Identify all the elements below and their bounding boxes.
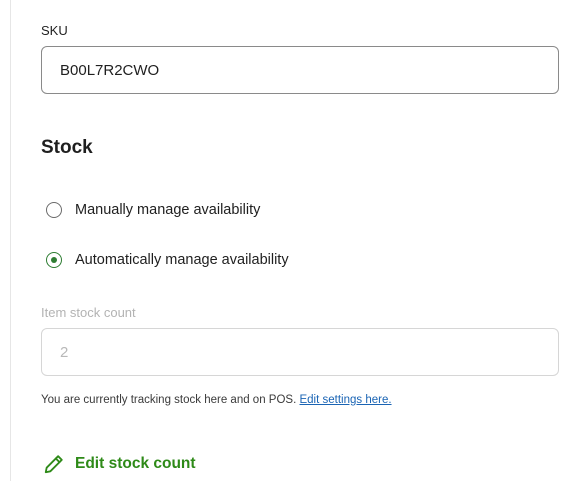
stock-count-label: Item stock count [41,305,136,320]
divider [10,0,11,481]
edit-settings-link[interactable]: Edit settings here. [299,394,391,406]
sku-input[interactable] [41,46,559,94]
stock-section-title: Stock [41,137,93,158]
manual-availability-label: Manually manage availability [75,202,261,218]
manual-availability-option[interactable]: Manually manage availability [46,202,260,218]
stock-settings-panel: SKU Stock Manually manage availability A… [0,0,569,481]
stock-tracking-help: You are currently tracking stock here an… [41,394,392,406]
sku-label: SKU [41,23,68,38]
automatic-availability-radio[interactable] [46,252,62,268]
help-text: You are currently tracking stock here an… [41,394,297,406]
edit-stock-count-label: Edit stock count [75,455,196,472]
edit-stock-count-button[interactable]: Edit stock count [43,453,196,475]
automatic-availability-option[interactable]: Automatically manage availability [46,252,289,268]
pencil-icon [44,455,63,474]
manual-availability-radio[interactable] [46,202,62,218]
stock-count-input [41,328,559,376]
automatic-availability-label: Automatically manage availability [75,252,289,268]
